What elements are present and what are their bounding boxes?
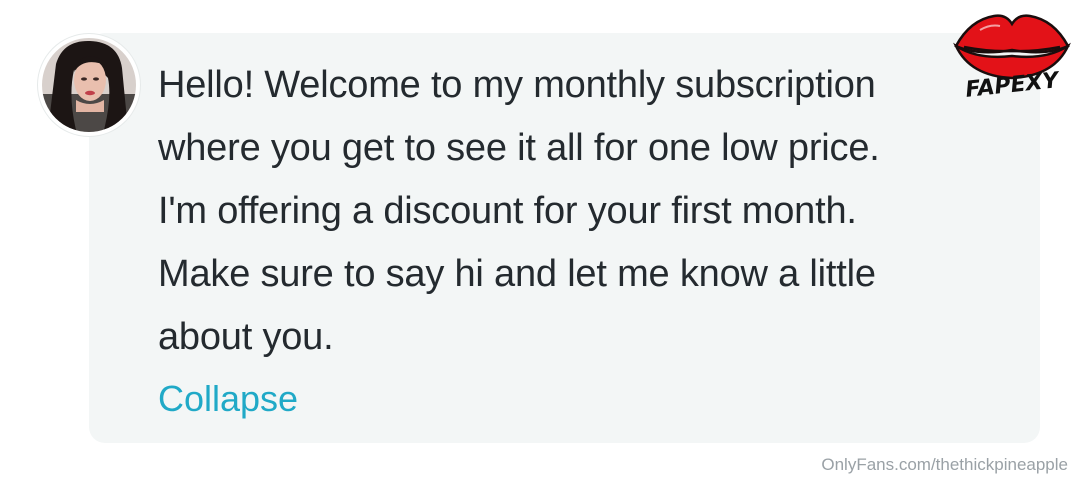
watermark-url: OnlyFans.com/thethickpineapple [821,455,1068,474]
message-line: where you get to see it all for one low … [158,127,880,169]
message-line: about you. [158,316,334,358]
logo-wordmark: FAPEXY [964,68,1061,98]
message-text: Hello! Welcome to my monthly subscriptio… [158,54,1018,369]
post-card: Hello! Welcome to my monthly subscriptio… [0,0,1080,498]
avatar[interactable] [38,34,140,136]
fapexy-logo: FAPEXY [953,14,1071,98]
message-line: I'm offering a discount for your first m… [158,190,857,232]
avatar-image [42,38,136,132]
collapse-button[interactable]: Collapse [158,372,298,426]
message-line: Hello! Welcome to my monthly subscriptio… [158,64,876,106]
message-line: Make sure to say hi and let me know a li… [158,253,876,295]
